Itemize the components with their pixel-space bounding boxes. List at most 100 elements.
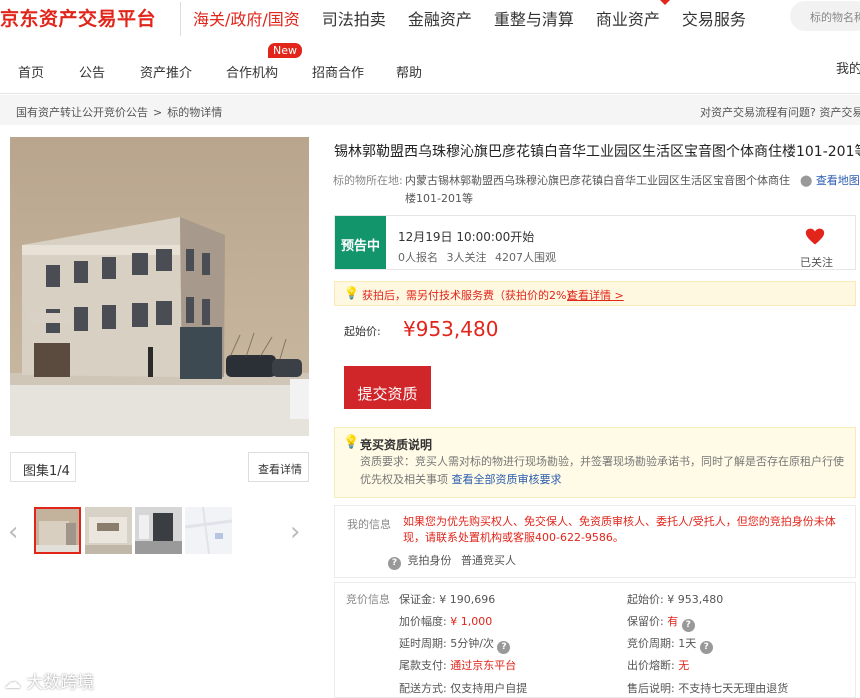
map-pin-icon: ⬤ [800, 174, 813, 187]
submit-qualification-button[interactable]: 提交资质 [344, 366, 431, 409]
bid-fuse-label: 出价熔断: [627, 659, 675, 672]
subnav-partners[interactable]: 合作机构 [226, 62, 278, 81]
lightbulb-icon: 💡 [344, 286, 359, 300]
thumbnail-image [185, 507, 232, 554]
subnav-help[interactable]: 帮助 [396, 62, 422, 81]
bidding-period-row: 竞价周期: 1天 ? [627, 635, 713, 654]
subnav-investment[interactable]: 招商合作 [312, 62, 364, 81]
qualification-link[interactable]: 查看全部资质审核要求 [452, 473, 562, 486]
heart-icon[interactable] [805, 227, 825, 247]
watermark-text: 大数跨境 [26, 673, 95, 693]
after-sales-row: 售后说明: 不支持七天无理由退货 [627, 680, 788, 696]
help-icon[interactable]: ? [681, 619, 695, 632]
subnav-home[interactable]: 首页 [18, 62, 44, 81]
thumbnail-image [36, 509, 79, 552]
nav-commercial-assets[interactable]: 商业资产 [596, 6, 660, 30]
caret-down-icon [657, 0, 672, 5]
item-title: 锡林郭勒盟西乌珠穆沁旗巴彦花镇白音华工业园区生活区宝音图个体商住楼101-201… [334, 144, 860, 160]
breadcrumb-detail: 标的物详情 [167, 106, 223, 119]
final-payment-value: 通过京东平台 [450, 659, 517, 672]
thumbnail-3[interactable] [135, 507, 182, 554]
delivery-value: 仅支持用户自提 [450, 682, 528, 695]
view-map-label: 查看地图 [815, 174, 860, 187]
bid-fuse-value: 无 [678, 659, 690, 672]
final-payment-row: 尾款支付: 通过京东平台 [399, 657, 516, 673]
breadcrumb-separator: > [153, 106, 163, 119]
help-icon[interactable]: ? [699, 641, 713, 654]
delivery-label: 配送方式: [399, 682, 447, 695]
location-label: 标的物所在地: [333, 174, 403, 187]
my-info-label: 我的信息 [347, 518, 391, 531]
identity-value: 普通竞买人 [461, 554, 516, 567]
fee-notice-text: 获拍后，需另付技术服务费（获拍价的2%） [362, 289, 578, 302]
follower-count: 3人关注 [446, 251, 487, 264]
qualification-text: 资质要求：竞买人需对标的物进行现场勘验，并签署现场勘验承诺书，同时了解是否存在原… [360, 455, 844, 486]
breadcrumb-announcement[interactable]: 国有资产转让公开竞价公告 [16, 106, 148, 119]
starting-price-label: 起始价: [344, 325, 381, 338]
my-account-link[interactable]: 我的 [836, 58, 860, 77]
bid-fuse-row: 出价熔断: 无 [627, 657, 689, 673]
bid-info-label: 竞价信息 [346, 593, 390, 606]
deposit-value: ¥ 190,696 [439, 593, 496, 606]
after-sales-value: 不支持七天无理由退货 [678, 682, 789, 695]
after-sales-label: 售后说明: [627, 682, 675, 695]
nav-customs-government[interactable]: 海关/政府/国资 [193, 6, 300, 30]
watermark-icon: ☁ [4, 673, 21, 693]
extension-period-row: 延时周期: 5分钟/次 ? [399, 635, 511, 654]
building-photo-image [10, 137, 309, 436]
follow-status[interactable]: 已关注 [800, 254, 833, 270]
watermark: ☁ 大数跨境 [4, 668, 94, 693]
thumbnail-4[interactable] [185, 507, 232, 554]
subnav-announcements[interactable]: 公告 [79, 62, 105, 81]
nav-trading-services[interactable]: 交易服务 [657, 0, 746, 30]
main-photo[interactable] [10, 137, 309, 436]
help-link[interactable]: 对资产交易流程有问题? 资产交易客服 [700, 104, 860, 120]
reserve-price-row: 保留价: 有 ? [627, 613, 695, 632]
increment-label: 加价幅度: [399, 615, 447, 628]
qualification-body: 资质要求：竞买人需对标的物进行现场勘验，并签署现场勘验承诺书，同时了解是否存在原… [360, 453, 845, 489]
deposit-label: 保证金: [399, 593, 436, 606]
signup-count: 0人报名 [398, 251, 438, 264]
gallery-counter: 图集1/4 [10, 452, 76, 482]
identity-label: 竞拍身份 [407, 554, 452, 567]
chevron-right-icon[interactable]: › [290, 517, 300, 547]
subnav-asset-promotion[interactable]: 资产推介 [140, 62, 192, 81]
qualification-title: 竞买资质说明 [360, 438, 433, 452]
nav-trading-services-label: 交易服务 [681, 10, 746, 29]
start-price-value: ¥ 953,480 [667, 593, 724, 606]
nav-restructuring[interactable]: 重整与清算 [494, 6, 574, 30]
status-badge: 预告中 [335, 216, 386, 269]
thumbnail-image [85, 507, 132, 554]
location-value: 内蒙古锡林郭勒盟西乌珠穆沁旗巴彦花镇白音华工业园区生活区宝音图个体商住楼101-… [405, 174, 790, 205]
thumbnail-1[interactable] [34, 507, 81, 554]
my-info-text: 如果您为优先购买权人、免交保人、免资质审核人、委托人/受托人，但您的竞拍身份未体… [403, 515, 836, 544]
sub-nav: 首页 公告 资产推介 合作机构 招商合作 帮助 [0, 38, 860, 94]
reserve-price-label: 保留价: [627, 615, 664, 628]
extension-period-value: 5分钟/次 [450, 637, 494, 650]
bidding-period-label: 竞价周期: [627, 637, 675, 650]
breadcrumb: 国有资产转让公开竞价公告 > 标的物详情 [16, 104, 222, 120]
new-badge: New [268, 43, 302, 58]
gallery-detail-button[interactable]: 查看详情 [248, 452, 309, 482]
chevron-left-icon[interactable]: ‹ [8, 517, 18, 547]
fee-details-link[interactable]: 查看详情 > [567, 287, 624, 303]
nav-judicial-auction[interactable]: 司法拍卖 [322, 6, 386, 30]
help-icon[interactable]: ? [388, 557, 401, 570]
nav-financial-assets[interactable]: 金融资产 [408, 6, 472, 30]
site-logo[interactable]: 京东资产交易平台 [0, 4, 156, 31]
final-payment-label: 尾款支付: [399, 659, 447, 672]
lightbulb-icon: 💡 [343, 435, 360, 450]
view-map-link[interactable]: ⬤ 查看地图 [800, 172, 860, 188]
header-divider [180, 2, 181, 36]
bidding-period-value: 1天 [678, 637, 697, 650]
starting-price: ¥953,480 [403, 317, 499, 341]
auction-stats: 0人报名 3人关注 4207人围观 [398, 249, 561, 265]
start-price-label: 起始价: [627, 593, 664, 606]
search-input[interactable]: 标的物名称 [790, 1, 860, 31]
view-count: 4207人围观 [495, 251, 556, 264]
thumbnail-2[interactable] [85, 507, 132, 554]
extension-period-label: 延时周期: [399, 637, 447, 650]
deposit-row: 保证金: ¥ 190,696 [399, 591, 495, 607]
auction-start-time: 12月19日 10:00:00开始 [398, 230, 535, 244]
delivery-row: 配送方式: 仅支持用户自提 [399, 680, 527, 696]
